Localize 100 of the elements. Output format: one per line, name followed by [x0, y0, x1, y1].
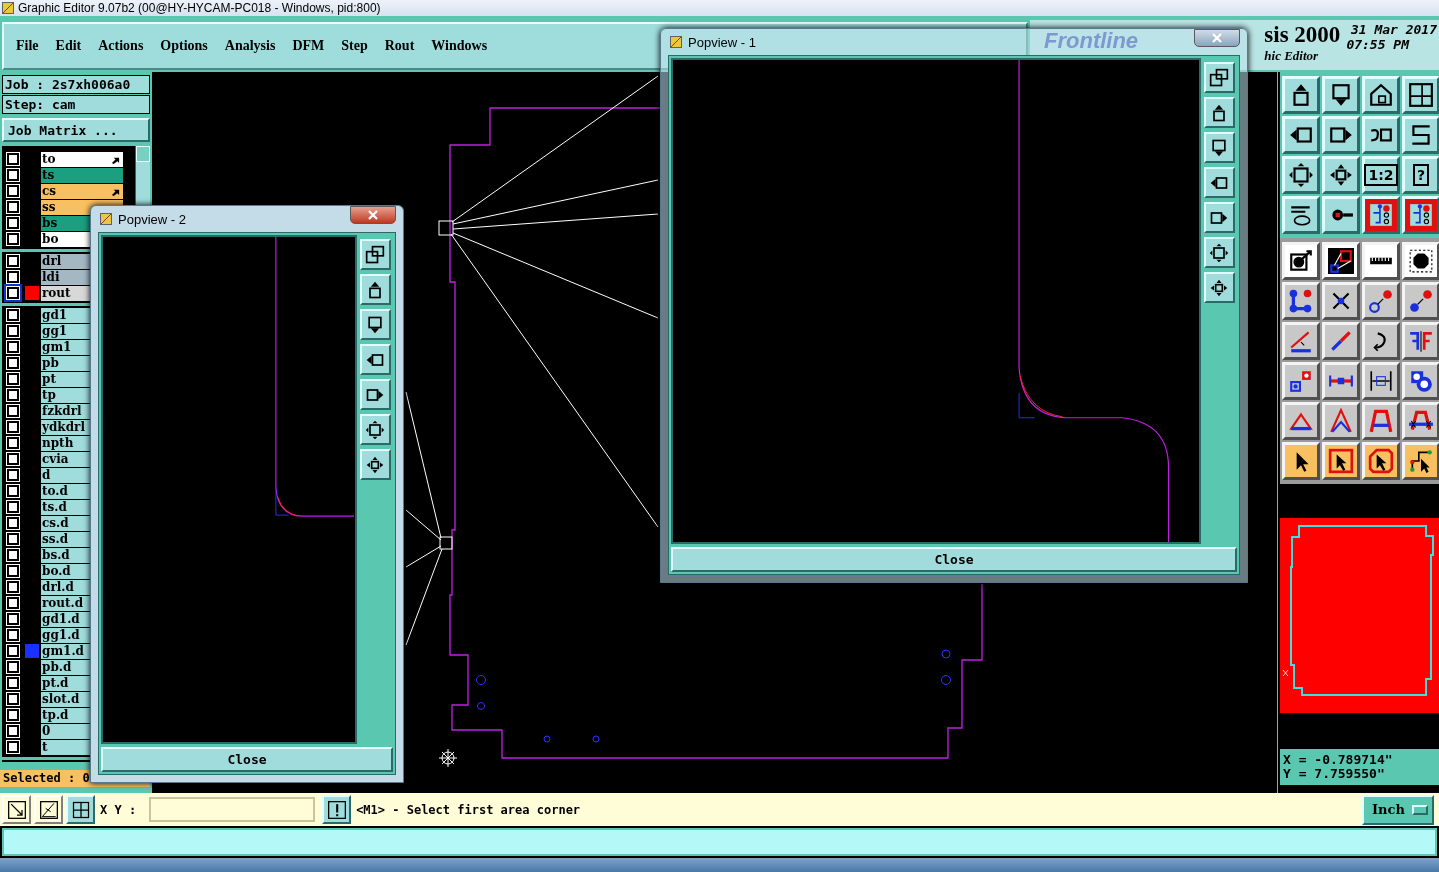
layer-checkbox[interactable] [7, 741, 19, 753]
menu-item[interactable]: Analysis [224, 38, 276, 54]
tool-button[interactable] [1322, 442, 1360, 480]
layer-checkbox[interactable] [7, 549, 19, 561]
tool-button[interactable] [1282, 156, 1320, 194]
layer-checkbox[interactable] [7, 153, 19, 165]
layer-checkbox[interactable] [7, 517, 19, 529]
close-button[interactable] [350, 206, 396, 224]
tool-button[interactable] [1322, 196, 1360, 234]
menu-item[interactable]: Actions [98, 38, 144, 54]
tool-button[interactable] [1362, 242, 1400, 280]
close-button[interactable]: Close [671, 547, 1237, 572]
layer-checkbox[interactable] [7, 645, 19, 657]
layer-checkbox[interactable] [7, 421, 19, 433]
layer-checkbox[interactable] [7, 501, 19, 513]
tool-button[interactable] [1362, 442, 1400, 480]
layer-checkbox[interactable] [7, 201, 19, 213]
tool-button[interactable] [1362, 196, 1400, 234]
layer-checkbox[interactable] [7, 217, 19, 229]
menu-item[interactable]: Options [160, 38, 208, 54]
tool-button[interactable] [359, 309, 391, 340]
tool-button[interactable] [1362, 402, 1400, 440]
tool-button[interactable] [1203, 132, 1235, 163]
layer-checkbox[interactable] [7, 613, 19, 625]
layer-checkbox[interactable] [7, 185, 19, 197]
tool-button[interactable] [359, 379, 391, 410]
layer-name[interactable]: ts [41, 167, 123, 183]
job-matrix-button[interactable]: Job Matrix ... [2, 118, 150, 142]
layer-checkbox[interactable] [7, 597, 19, 609]
tool-button[interactable] [1402, 196, 1439, 234]
tool-button[interactable]: ? [1402, 156, 1439, 194]
tool-button[interactable] [1402, 282, 1439, 320]
layer-checkbox[interactable] [7, 325, 19, 337]
tool-button[interactable] [1402, 76, 1439, 114]
tool-button[interactable] [1402, 322, 1439, 360]
tool-button[interactable] [1282, 116, 1320, 154]
tool-button[interactable] [1322, 362, 1360, 400]
tool-button[interactable] [1282, 442, 1320, 480]
tool-button[interactable] [1282, 76, 1320, 114]
units-dropdown[interactable]: Inch [1362, 794, 1434, 825]
tool-button[interactable] [1322, 116, 1360, 154]
close-button[interactable]: Close [101, 747, 393, 772]
layer-checkbox[interactable] [7, 485, 19, 497]
layer-checkbox[interactable] [7, 469, 19, 481]
tool-button[interactable] [359, 449, 391, 480]
tool-button[interactable] [1282, 402, 1320, 440]
tool-button[interactable] [66, 795, 95, 824]
tool-button[interactable] [1402, 242, 1439, 280]
layer-checkbox[interactable] [7, 255, 19, 267]
tool-button[interactable] [1402, 442, 1439, 480]
layer-checkbox[interactable] [7, 405, 19, 417]
layer-checkbox[interactable] [7, 629, 19, 641]
layer-checkbox[interactable] [7, 453, 19, 465]
menu-item[interactable]: DFM [292, 38, 325, 54]
tool-button[interactable] [1282, 242, 1320, 280]
tool-button[interactable] [1362, 76, 1400, 114]
tool-button[interactable] [1362, 362, 1400, 400]
action-button[interactable] [322, 795, 352, 824]
layer-checkbox[interactable] [7, 169, 19, 181]
menu-item[interactable]: Edit [55, 38, 82, 54]
tool-button[interactable] [1203, 237, 1235, 268]
layer-checkbox[interactable] [7, 437, 19, 449]
tool-button[interactable] [359, 414, 391, 445]
tool-button[interactable] [1362, 282, 1400, 320]
tool-button[interactable] [1322, 76, 1360, 114]
tool-button[interactable] [1203, 97, 1235, 128]
tool-button[interactable] [1322, 402, 1360, 440]
menu-item[interactable]: Rout [384, 38, 415, 54]
tool-button[interactable]: 1:2 [1362, 156, 1400, 194]
tool-button[interactable] [1322, 282, 1360, 320]
tool-button[interactable] [1203, 202, 1235, 233]
tool-button[interactable] [1362, 322, 1400, 360]
layer-checkbox[interactable] [7, 389, 19, 401]
tool-button[interactable] [1282, 196, 1320, 234]
tool-button[interactable] [1203, 272, 1235, 303]
menu-item[interactable]: File [16, 38, 39, 54]
layer-checkbox[interactable] [7, 373, 19, 385]
tool-button[interactable] [359, 274, 391, 305]
layer-checkbox[interactable] [7, 233, 19, 245]
layer-checkbox[interactable] [7, 357, 19, 369]
layer-checkbox[interactable] [7, 693, 19, 705]
tool-button[interactable] [1282, 362, 1320, 400]
layer-checkbox[interactable] [7, 661, 19, 673]
tool-button[interactable] [1362, 116, 1400, 154]
tool-button[interactable] [359, 344, 391, 375]
coordinate-input-field[interactable] [149, 797, 316, 822]
tool-button[interactable] [1282, 282, 1320, 320]
tool-button[interactable] [1203, 167, 1235, 198]
tool-button[interactable] [1322, 156, 1360, 194]
layer-checkbox[interactable] [7, 565, 19, 577]
close-button[interactable] [1194, 29, 1240, 47]
layer-checkbox[interactable] [7, 581, 19, 593]
tool-button[interactable] [1322, 322, 1360, 360]
menu-item[interactable]: Windows [431, 38, 488, 54]
tool-button[interactable] [1282, 322, 1320, 360]
layer-checkbox[interactable] [7, 709, 19, 721]
tool-button[interactable] [359, 239, 391, 270]
layer-checkbox[interactable] [7, 341, 19, 353]
menu-item[interactable]: Step [341, 38, 368, 54]
tool-button[interactable] [1322, 242, 1360, 280]
